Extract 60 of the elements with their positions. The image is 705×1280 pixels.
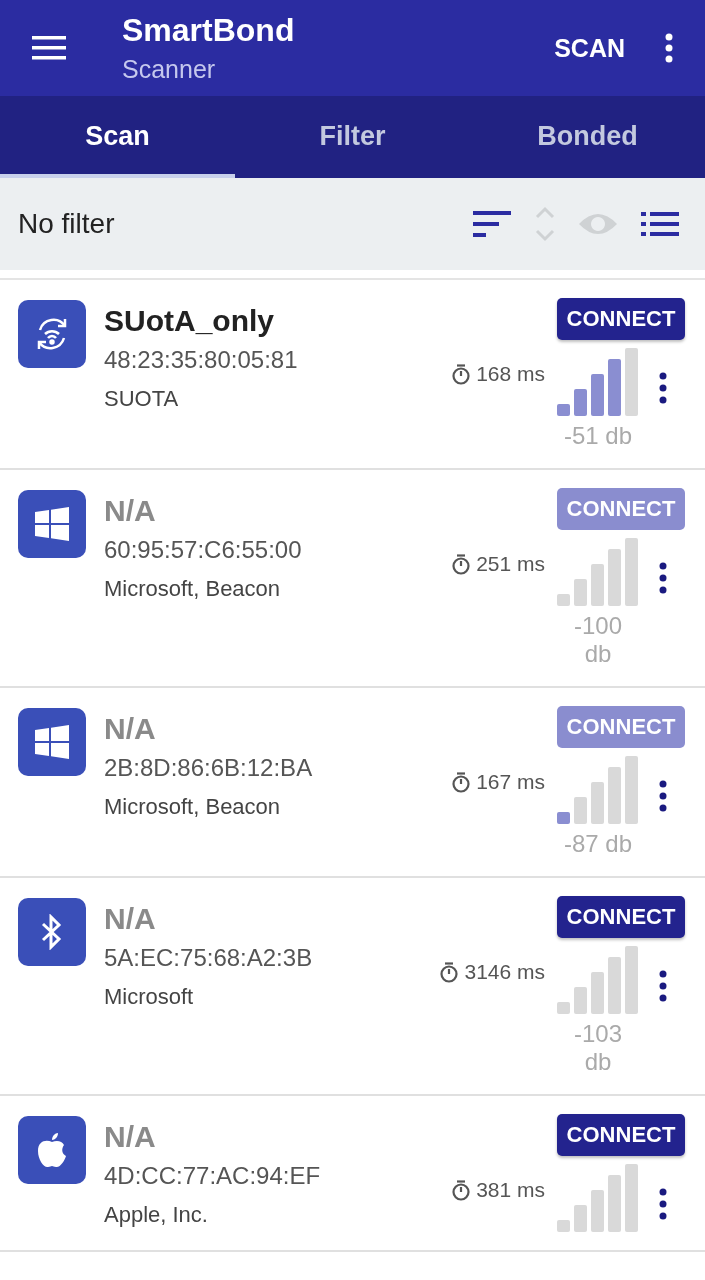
device-address: 48:23:35:80:05:81 bbox=[104, 346, 299, 374]
device-row[interactable]: N/A 5A:EC:75:68:A2:3B Microsoft 3146 ms CONNECT -103 db bbox=[0, 878, 705, 1096]
connect-button[interactable]: CONNECT bbox=[557, 1114, 685, 1156]
device-row[interactable]: SUotA_only 48:23:35:80:05:81 SUOTA 168 ms CONNECT -51 db bbox=[0, 280, 705, 470]
signal-icon bbox=[557, 538, 639, 606]
connect-button[interactable]: CONNECT bbox=[557, 298, 685, 340]
more-icon[interactable] bbox=[659, 372, 667, 404]
device-name: SUotA_only bbox=[104, 304, 275, 338]
device-row[interactable]: N/A 4D:CC:77:AC:94:EF Apple, Inc. 381 ms CONNECT bbox=[0, 1096, 705, 1252]
device-type: Microsoft bbox=[104, 984, 195, 1010]
tab[interactable]: Bonded bbox=[470, 96, 705, 178]
signal-reading: -100 db bbox=[572, 612, 623, 668]
more-icon[interactable] bbox=[665, 33, 673, 63]
device-name: N/A bbox=[104, 494, 157, 528]
stopwatch-icon bbox=[452, 1179, 471, 1201]
windows-icon bbox=[18, 490, 86, 558]
interval-text: 251 ms bbox=[476, 552, 545, 576]
menu-icon[interactable] bbox=[32, 35, 66, 61]
device-name: N/A bbox=[104, 712, 157, 746]
device-address: 5A:EC:75:68:A2:3B bbox=[104, 944, 314, 972]
stopwatch-icon bbox=[452, 363, 471, 385]
tab[interactable]: Filter bbox=[235, 96, 470, 178]
signal-icon bbox=[557, 348, 639, 416]
sort-icon[interactable] bbox=[473, 211, 511, 237]
device-address: 2B:8D:86:6B:12:BA bbox=[104, 754, 314, 782]
stopwatch-icon bbox=[440, 961, 459, 983]
device-name: N/A bbox=[104, 1120, 157, 1154]
signal-reading: -103 db bbox=[572, 1020, 623, 1076]
bluetooth-icon bbox=[18, 898, 86, 966]
signal-icon bbox=[557, 946, 639, 1014]
filter-label: No filter bbox=[18, 208, 116, 240]
signal-reading: -87 db bbox=[562, 830, 634, 858]
interval-text: 3146 ms bbox=[464, 960, 545, 984]
app-subtitle: Scanner bbox=[122, 55, 217, 84]
more-icon[interactable] bbox=[659, 562, 667, 594]
interval-text: 167 ms bbox=[476, 770, 545, 794]
device-type: Microsoft, Beacon bbox=[104, 576, 282, 602]
device-type: SUOTA bbox=[104, 386, 180, 412]
interval-text: 168 ms bbox=[476, 362, 545, 386]
list-icon[interactable] bbox=[641, 212, 679, 236]
wifi-refresh-icon bbox=[18, 300, 86, 368]
device-type: Apple, Inc. bbox=[104, 1202, 209, 1228]
app-title: SmartBond bbox=[122, 12, 296, 49]
signal-icon bbox=[557, 1164, 639, 1232]
device-type: Microsoft, Beacon bbox=[104, 794, 282, 820]
device-address: 4D:CC:77:AC:94:EF bbox=[104, 1162, 322, 1190]
windows-icon bbox=[18, 708, 86, 776]
interval-text: 381 ms bbox=[476, 1178, 545, 1202]
connect-button[interactable]: CONNECT bbox=[557, 896, 685, 938]
apple-icon bbox=[18, 1116, 86, 1184]
device-name: N/A bbox=[104, 902, 157, 936]
signal-reading: -51 db bbox=[562, 422, 634, 450]
device-address: 60:95:57:C6:55:00 bbox=[104, 536, 303, 564]
signal-icon bbox=[557, 756, 639, 824]
more-icon[interactable] bbox=[659, 970, 667, 1002]
stopwatch-icon bbox=[452, 771, 471, 793]
scan-button[interactable]: SCAN bbox=[554, 33, 625, 63]
more-icon[interactable] bbox=[659, 780, 667, 812]
stopwatch-icon bbox=[452, 553, 471, 575]
more-icon[interactable] bbox=[659, 1188, 667, 1220]
